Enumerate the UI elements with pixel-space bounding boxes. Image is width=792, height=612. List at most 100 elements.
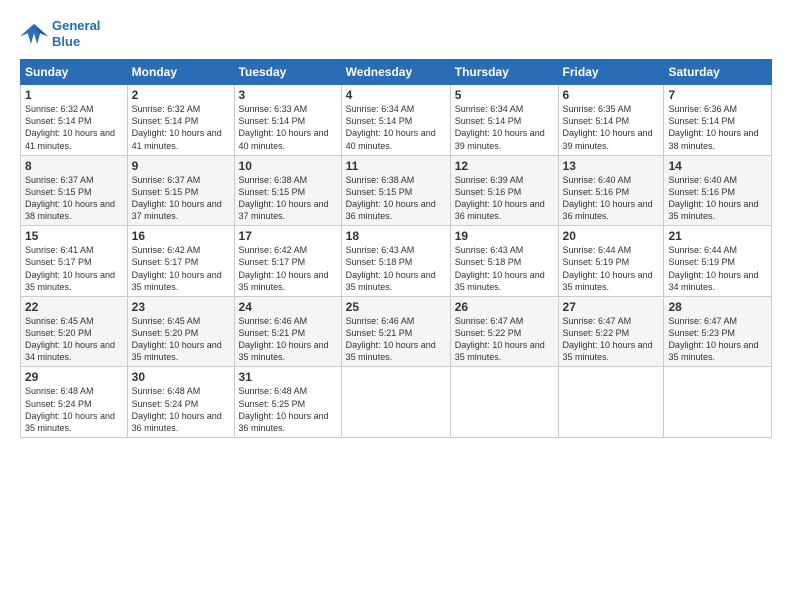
calendar-week-row: 8Sunrise: 6:37 AMSunset: 5:15 PMDaylight… xyxy=(21,155,772,226)
calendar-cell xyxy=(450,367,558,438)
col-header-saturday: Saturday xyxy=(664,60,772,85)
header: General Blue xyxy=(20,18,772,49)
logo: General Blue xyxy=(20,18,100,49)
calendar-cell xyxy=(664,367,772,438)
day-info: Sunrise: 6:45 AMSunset: 5:20 PMDaylight:… xyxy=(132,315,230,364)
day-info: Sunrise: 6:34 AMSunset: 5:14 PMDaylight:… xyxy=(346,103,446,152)
day-number: 4 xyxy=(346,88,446,102)
calendar-cell xyxy=(558,367,664,438)
day-number: 23 xyxy=(132,300,230,314)
col-header-tuesday: Tuesday xyxy=(234,60,341,85)
day-info: Sunrise: 6:47 AMSunset: 5:23 PMDaylight:… xyxy=(668,315,767,364)
calendar-cell: 28Sunrise: 6:47 AMSunset: 5:23 PMDayligh… xyxy=(664,296,772,367)
day-number: 18 xyxy=(346,229,446,243)
day-number: 29 xyxy=(25,370,123,384)
day-number: 28 xyxy=(668,300,767,314)
day-info: Sunrise: 6:40 AMSunset: 5:16 PMDaylight:… xyxy=(668,174,767,223)
calendar-table: SundayMondayTuesdayWednesdayThursdayFrid… xyxy=(20,59,772,438)
day-info: Sunrise: 6:48 AMSunset: 5:24 PMDaylight:… xyxy=(132,385,230,434)
day-info: Sunrise: 6:36 AMSunset: 5:14 PMDaylight:… xyxy=(668,103,767,152)
day-number: 24 xyxy=(239,300,337,314)
day-number: 10 xyxy=(239,159,337,173)
day-info: Sunrise: 6:48 AMSunset: 5:25 PMDaylight:… xyxy=(239,385,337,434)
calendar-cell: 31Sunrise: 6:48 AMSunset: 5:25 PMDayligh… xyxy=(234,367,341,438)
day-info: Sunrise: 6:48 AMSunset: 5:24 PMDaylight:… xyxy=(25,385,123,434)
calendar-cell: 15Sunrise: 6:41 AMSunset: 5:17 PMDayligh… xyxy=(21,226,128,297)
day-number: 19 xyxy=(455,229,554,243)
day-number: 17 xyxy=(239,229,337,243)
day-number: 22 xyxy=(25,300,123,314)
day-info: Sunrise: 6:46 AMSunset: 5:21 PMDaylight:… xyxy=(346,315,446,364)
calendar-cell: 5Sunrise: 6:34 AMSunset: 5:14 PMDaylight… xyxy=(450,85,558,156)
day-number: 27 xyxy=(563,300,660,314)
day-number: 14 xyxy=(668,159,767,173)
calendar-week-row: 29Sunrise: 6:48 AMSunset: 5:24 PMDayligh… xyxy=(21,367,772,438)
calendar-cell: 14Sunrise: 6:40 AMSunset: 5:16 PMDayligh… xyxy=(664,155,772,226)
calendar-cell: 6Sunrise: 6:35 AMSunset: 5:14 PMDaylight… xyxy=(558,85,664,156)
day-number: 8 xyxy=(25,159,123,173)
day-info: Sunrise: 6:32 AMSunset: 5:14 PMDaylight:… xyxy=(25,103,123,152)
day-info: Sunrise: 6:44 AMSunset: 5:19 PMDaylight:… xyxy=(668,244,767,293)
calendar-cell: 19Sunrise: 6:43 AMSunset: 5:18 PMDayligh… xyxy=(450,226,558,297)
calendar-cell: 12Sunrise: 6:39 AMSunset: 5:16 PMDayligh… xyxy=(450,155,558,226)
calendar-cell xyxy=(341,367,450,438)
day-info: Sunrise: 6:47 AMSunset: 5:22 PMDaylight:… xyxy=(455,315,554,364)
day-info: Sunrise: 6:43 AMSunset: 5:18 PMDaylight:… xyxy=(346,244,446,293)
day-info: Sunrise: 6:33 AMSunset: 5:14 PMDaylight:… xyxy=(239,103,337,152)
calendar-cell: 2Sunrise: 6:32 AMSunset: 5:14 PMDaylight… xyxy=(127,85,234,156)
day-number: 1 xyxy=(25,88,123,102)
day-number: 25 xyxy=(346,300,446,314)
day-number: 7 xyxy=(668,88,767,102)
day-number: 16 xyxy=(132,229,230,243)
calendar-cell: 3Sunrise: 6:33 AMSunset: 5:14 PMDaylight… xyxy=(234,85,341,156)
calendar-cell: 7Sunrise: 6:36 AMSunset: 5:14 PMDaylight… xyxy=(664,85,772,156)
calendar-cell: 27Sunrise: 6:47 AMSunset: 5:22 PMDayligh… xyxy=(558,296,664,367)
calendar-cell: 4Sunrise: 6:34 AMSunset: 5:14 PMDaylight… xyxy=(341,85,450,156)
calendar-cell: 16Sunrise: 6:42 AMSunset: 5:17 PMDayligh… xyxy=(127,226,234,297)
day-info: Sunrise: 6:39 AMSunset: 5:16 PMDaylight:… xyxy=(455,174,554,223)
day-number: 30 xyxy=(132,370,230,384)
calendar-cell: 8Sunrise: 6:37 AMSunset: 5:15 PMDaylight… xyxy=(21,155,128,226)
day-info: Sunrise: 6:37 AMSunset: 5:15 PMDaylight:… xyxy=(25,174,123,223)
col-header-sunday: Sunday xyxy=(21,60,128,85)
day-number: 2 xyxy=(132,88,230,102)
calendar-cell: 29Sunrise: 6:48 AMSunset: 5:24 PMDayligh… xyxy=(21,367,128,438)
day-info: Sunrise: 6:42 AMSunset: 5:17 PMDaylight:… xyxy=(239,244,337,293)
day-info: Sunrise: 6:47 AMSunset: 5:22 PMDaylight:… xyxy=(563,315,660,364)
calendar-cell: 24Sunrise: 6:46 AMSunset: 5:21 PMDayligh… xyxy=(234,296,341,367)
calendar-week-row: 1Sunrise: 6:32 AMSunset: 5:14 PMDaylight… xyxy=(21,85,772,156)
calendar-page: General Blue SundayMondayTuesdayWednesda… xyxy=(0,0,792,612)
col-header-thursday: Thursday xyxy=(450,60,558,85)
day-number: 13 xyxy=(563,159,660,173)
calendar-cell: 18Sunrise: 6:43 AMSunset: 5:18 PMDayligh… xyxy=(341,226,450,297)
col-header-friday: Friday xyxy=(558,60,664,85)
day-info: Sunrise: 6:37 AMSunset: 5:15 PMDaylight:… xyxy=(132,174,230,223)
calendar-cell: 23Sunrise: 6:45 AMSunset: 5:20 PMDayligh… xyxy=(127,296,234,367)
calendar-cell: 30Sunrise: 6:48 AMSunset: 5:24 PMDayligh… xyxy=(127,367,234,438)
day-info: Sunrise: 6:41 AMSunset: 5:17 PMDaylight:… xyxy=(25,244,123,293)
calendar-cell: 21Sunrise: 6:44 AMSunset: 5:19 PMDayligh… xyxy=(664,226,772,297)
day-info: Sunrise: 6:38 AMSunset: 5:15 PMDaylight:… xyxy=(239,174,337,223)
calendar-week-row: 15Sunrise: 6:41 AMSunset: 5:17 PMDayligh… xyxy=(21,226,772,297)
day-info: Sunrise: 6:43 AMSunset: 5:18 PMDaylight:… xyxy=(455,244,554,293)
calendar-cell: 20Sunrise: 6:44 AMSunset: 5:19 PMDayligh… xyxy=(558,226,664,297)
day-number: 5 xyxy=(455,88,554,102)
calendar-header-row: SundayMondayTuesdayWednesdayThursdayFrid… xyxy=(21,60,772,85)
day-info: Sunrise: 6:35 AMSunset: 5:14 PMDaylight:… xyxy=(563,103,660,152)
calendar-week-row: 22Sunrise: 6:45 AMSunset: 5:20 PMDayligh… xyxy=(21,296,772,367)
day-info: Sunrise: 6:44 AMSunset: 5:19 PMDaylight:… xyxy=(563,244,660,293)
day-info: Sunrise: 6:38 AMSunset: 5:15 PMDaylight:… xyxy=(346,174,446,223)
calendar-cell: 9Sunrise: 6:37 AMSunset: 5:15 PMDaylight… xyxy=(127,155,234,226)
day-info: Sunrise: 6:46 AMSunset: 5:21 PMDaylight:… xyxy=(239,315,337,364)
col-header-monday: Monday xyxy=(127,60,234,85)
day-number: 21 xyxy=(668,229,767,243)
day-info: Sunrise: 6:42 AMSunset: 5:17 PMDaylight:… xyxy=(132,244,230,293)
day-info: Sunrise: 6:45 AMSunset: 5:20 PMDaylight:… xyxy=(25,315,123,364)
logo-icon xyxy=(20,22,48,46)
calendar-cell: 26Sunrise: 6:47 AMSunset: 5:22 PMDayligh… xyxy=(450,296,558,367)
day-number: 31 xyxy=(239,370,337,384)
day-number: 26 xyxy=(455,300,554,314)
calendar-cell: 17Sunrise: 6:42 AMSunset: 5:17 PMDayligh… xyxy=(234,226,341,297)
day-number: 15 xyxy=(25,229,123,243)
calendar-cell: 1Sunrise: 6:32 AMSunset: 5:14 PMDaylight… xyxy=(21,85,128,156)
